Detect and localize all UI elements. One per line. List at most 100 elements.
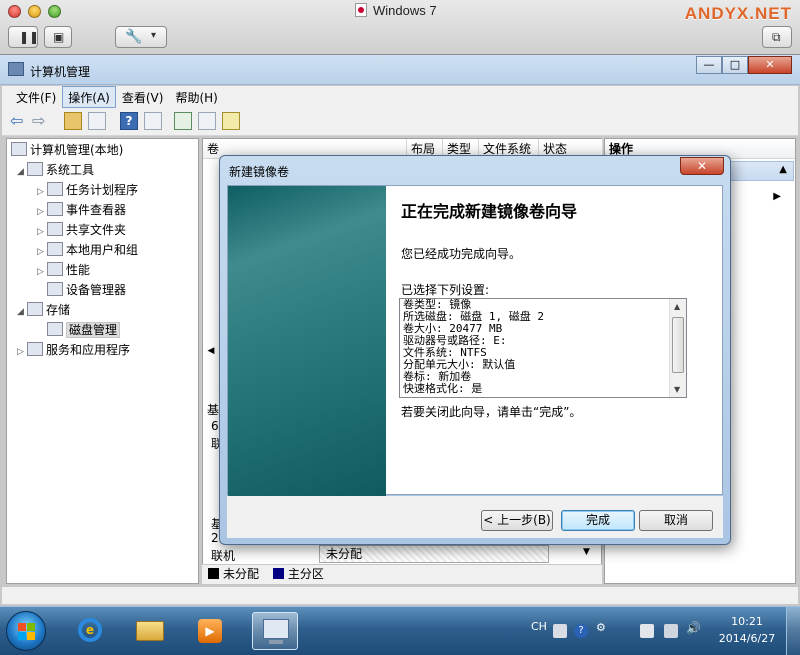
clock[interactable]: 10:21 2014/6/27 [712,613,782,647]
disk-0-label: 基 [207,403,220,417]
explorer-icon[interactable] [130,612,170,650]
ie-icon[interactable]: e [70,612,110,650]
wizard-heading: 正在完成新建镜像卷向导 [401,202,578,221]
show-action-pane-icon[interactable] [144,112,162,130]
storage-icon [27,302,43,316]
cancel-button[interactable]: 取消 [639,510,713,531]
snapshot-button[interactable]: ▣ [44,26,72,48]
performance-icon [47,262,63,276]
status-bar [2,586,798,604]
share-icon [47,222,63,236]
settings-button[interactable]: 🔧 ▾ [115,26,167,48]
more-actions-arrow-icon[interactable]: ▶ [773,191,781,202]
show-tree-icon[interactable] [88,112,106,130]
settings-scrollbar[interactable]: ▲ ▼ [669,299,686,397]
keyboard-icon[interactable] [553,624,567,638]
dialog-close-button[interactable]: ✕ [680,157,724,175]
tree-item-system-tools[interactable]: ◢ 系统工具 [17,161,94,179]
unallocated-region[interactable]: 未分配 [319,545,549,563]
scrollbar-thumb[interactable] [672,317,684,373]
tree-item-root[interactable]: 计算机管理(本地) [11,141,123,159]
mmc-icon[interactable] [252,612,298,650]
start-button[interactable] [6,611,46,651]
collapse-up-icon[interactable]: ▲ [779,164,787,175]
unity-view-button[interactable]: ⧉ [762,26,792,48]
tree-item-services-apps[interactable]: ▷ 服务和应用程序 [17,341,130,359]
tree-item-disk-management[interactable]: 磁盘管理 [47,321,121,339]
language-indicator[interactable]: CH [531,620,547,633]
tray-expand-icon[interactable]: ⚙ [596,621,610,635]
window-title: 计算机管理 [30,65,91,79]
selected-settings-label: 已选择下列设置: [401,283,490,297]
tree-item-local-users[interactable]: ▷ 本地用户和组 [37,241,138,259]
menu-file[interactable]: 文件(F) [10,86,62,108]
up-folder-icon[interactable] [64,112,82,130]
wrench-icon: 🔧 [125,29,143,45]
services-icon [27,342,43,356]
setting-line: 快速格式化: 是 [403,382,483,395]
dialog-title: 新建镜像卷 [229,165,290,179]
close-button[interactable]: ✕ [748,56,792,74]
wizard-side-banner [228,186,386,496]
finish-button[interactable]: 完成 [561,510,635,531]
clock-time: 10:21 [731,615,763,628]
computer-management-icon [8,62,24,76]
export-icon[interactable] [222,112,240,130]
event-icon [47,202,63,216]
expand-arrow-icon[interactable]: ▷ [37,243,47,261]
network-icon[interactable] [664,624,678,638]
tree-item-task-scheduler[interactable]: ▷ 任务计划程序 [37,181,138,199]
menu-bar: 文件(F) 操作(A) 查看(V) 帮助(H) [2,86,798,108]
scroll-down-arrow-icon[interactable]: ▼ [583,547,590,557]
tree-item-event-viewer[interactable]: ▷ 事件查看器 [37,201,126,219]
collapse-arrow-icon[interactable]: ◢ [17,303,27,321]
collapse-arrow-icon[interactable]: ◢ [17,163,27,181]
vm-document-icon [355,3,367,17]
scroll-down-arrow-icon[interactable]: ▼ [674,385,680,394]
expand-arrow-icon[interactable]: ▷ [37,183,47,201]
help-tray-icon[interactable]: ? [574,624,588,638]
expand-arrow-icon[interactable]: ▷ [37,203,47,221]
pause-button[interactable]: ❚❚ [8,26,39,48]
scroll-left-arrow-icon[interactable]: ◀ [203,343,219,359]
action-center-icon[interactable] [640,624,654,638]
back-arrow-icon[interactable]: ⇦ [10,112,28,130]
tree-item-storage[interactable]: ◢ 存储 [17,301,70,319]
expand-arrow-icon[interactable]: ▷ [37,263,47,281]
menu-action[interactable]: 操作(A) [62,86,116,108]
watermark: ANDYX.NET [684,4,792,23]
host-minimize-button[interactable] [28,5,41,18]
settings-summary-box[interactable]: 卷类型: 镜像 所选磁盘: 磁盘 1, 磁盘 2 卷大小: 20477 MB 驱… [399,298,687,398]
properties-icon[interactable] [198,112,216,130]
menu-view[interactable]: 查看(V) [116,86,170,108]
host-close-button[interactable] [8,5,21,18]
windows-overlap-icon: ⧉ [772,30,781,44]
chevron-down-icon: ▾ [151,30,157,41]
host-zoom-button[interactable] [48,5,61,18]
settings-summary-text: 卷类型: 镜像 所选磁盘: 磁盘 1, 磁盘 2 卷大小: 20477 MB 驱… [403,299,665,395]
expand-arrow-icon[interactable]: ▷ [17,343,27,361]
console-tree: 计算机管理(本地) ◢ 系统工具 ▷ 任务计划程序 ▷ 事件查看器 ▷ 共享文件夹 ▷ 本… [6,138,199,584]
forward-arrow-icon[interactable]: ⇨ [32,112,50,130]
clock-date: 2014/6/27 [718,632,776,645]
expand-arrow-icon[interactable]: ▷ [37,223,47,241]
menu-help[interactable]: 帮助(H) [169,86,223,108]
show-desktop-button[interactable] [786,607,800,655]
back-button[interactable]: < 上一步(B) [481,510,553,531]
refresh-icon[interactable] [174,112,192,130]
media-player-icon[interactable]: ▶ [190,612,230,650]
caption-buttons: — □ ✕ [696,56,792,74]
maximize-button[interactable]: □ [722,56,748,74]
dialog-body: 正在完成新建镜像卷向导 您已经成功完成向导。 已选择下列设置: 卷类型: 镜像 … [227,185,723,496]
host-titlebar: Windows 7 ANDYX.NET ❚❚ ▣ 🔧 ▾ ⧉ [0,0,800,55]
volume-icon[interactable]: 🔊 [686,621,701,635]
tree-item-device-manager[interactable]: 设备管理器 [47,281,126,299]
minimize-button[interactable]: — [696,56,722,74]
dialog-button-bar: < 上一步(B) 完成 取消 [227,496,723,538]
disk-0-size: 6 [211,419,219,433]
disk-1-size: 2 [211,531,219,545]
help-icon[interactable]: ? [120,112,138,130]
tree-item-performance[interactable]: ▷ 性能 [37,261,90,279]
scroll-up-arrow-icon[interactable]: ▲ [674,302,680,311]
tree-item-shared-folders[interactable]: ▷ 共享文件夹 [37,221,126,239]
